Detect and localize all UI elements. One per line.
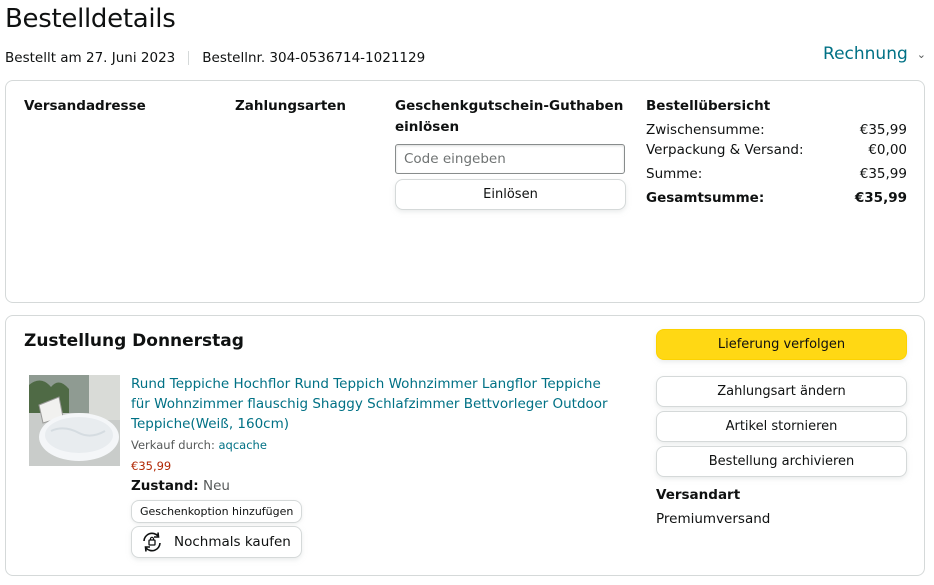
condition-value: Neu (202, 478, 230, 494)
buy-again-button[interactable]: Nochmals kaufen (131, 526, 302, 558)
delivery-card: Zustellung Donnerstag Rund Teppiche Hoch… (5, 315, 925, 576)
summary-label: Verpackung & Versand: (646, 142, 804, 158)
buy-again-icon (140, 530, 164, 554)
order-summary-heading: Bestellübersicht (646, 98, 771, 114)
buy-again-label: Nochmals kaufen (174, 534, 291, 550)
payment-methods-heading: Zahlungsarten (235, 98, 347, 114)
invoice-label: Rechnung (823, 44, 908, 64)
cancel-item-button[interactable]: Artikel stornieren (656, 411, 907, 442)
seller-link[interactable]: aqcache (218, 438, 266, 452)
meta-divider (188, 51, 190, 65)
summary-value: €35,99 (854, 190, 907, 206)
condition-label: Zustand: (131, 478, 199, 494)
order-date: Bestellt am 27. Juni 2023 (5, 50, 176, 66)
summary-label: Zwischensumme: (646, 122, 765, 138)
archive-order-button[interactable]: Bestellung archivieren (656, 446, 907, 477)
summary-row-subtotal: Zwischensumme: €35,99 (646, 122, 907, 138)
redeem-button[interactable]: Einlösen (395, 179, 626, 210)
sold-by-label: Verkauf durch: (131, 438, 219, 452)
summary-row-sum: Summe: €35,99 (646, 166, 907, 182)
chevron-down-icon: ⌄ (916, 47, 926, 61)
delivery-title: Zustellung Donnerstag (24, 331, 244, 351)
order-meta: Bestellt am 27. Juni 2023 Bestellnr. 304… (5, 50, 425, 66)
summary-label: Gesamtsumme: (646, 190, 765, 206)
gift-card-heading-line1: Geschenkgutschein-Guthaben (395, 98, 624, 114)
summary-row-shipping: Verpackung & Versand: €0,00 (646, 142, 907, 158)
summary-row-total: Gesamtsumme: €35,99 (646, 190, 907, 206)
rug-image (29, 375, 120, 466)
track-delivery-button[interactable]: Lieferung verfolgen (656, 329, 907, 360)
gift-card-heading: Geschenkgutschein-Guthaben einlösen (395, 96, 623, 138)
product-price: €35,99 (131, 459, 172, 473)
gift-card-heading-line2: einlösen (395, 119, 460, 135)
order-summary-card: Versandadresse Zahlungsarten Geschenkgut… (5, 80, 925, 303)
page-title: Bestelldetails (5, 4, 176, 34)
product-condition: Zustand: Neu (131, 478, 230, 494)
change-payment-button[interactable]: Zahlungsart ändern (656, 376, 907, 407)
summary-value: €0,00 (868, 142, 907, 158)
shipping-method-label: Versandart (656, 487, 741, 503)
shipping-address-heading: Versandadresse (24, 98, 146, 114)
shipping-method-value: Premiumversand (656, 511, 771, 527)
gift-code-input[interactable] (395, 144, 625, 174)
invoice-dropdown[interactable]: Rechnung ⌄ (823, 44, 926, 64)
summary-value: €35,99 (859, 122, 907, 138)
summary-label: Summe: (646, 166, 703, 182)
summary-value: €35,99 (859, 166, 907, 182)
seller-info: Verkauf durch: aqcache (131, 438, 267, 452)
product-image[interactable] (29, 375, 120, 466)
add-gift-option-button[interactable]: Geschenkoption hinzufügen (131, 500, 303, 523)
order-number: Bestellnr. 304-0536714-1021129 (202, 50, 426, 66)
product-title-link[interactable]: Rund Teppiche Hochflor Rund Teppich Wohn… (131, 374, 621, 434)
